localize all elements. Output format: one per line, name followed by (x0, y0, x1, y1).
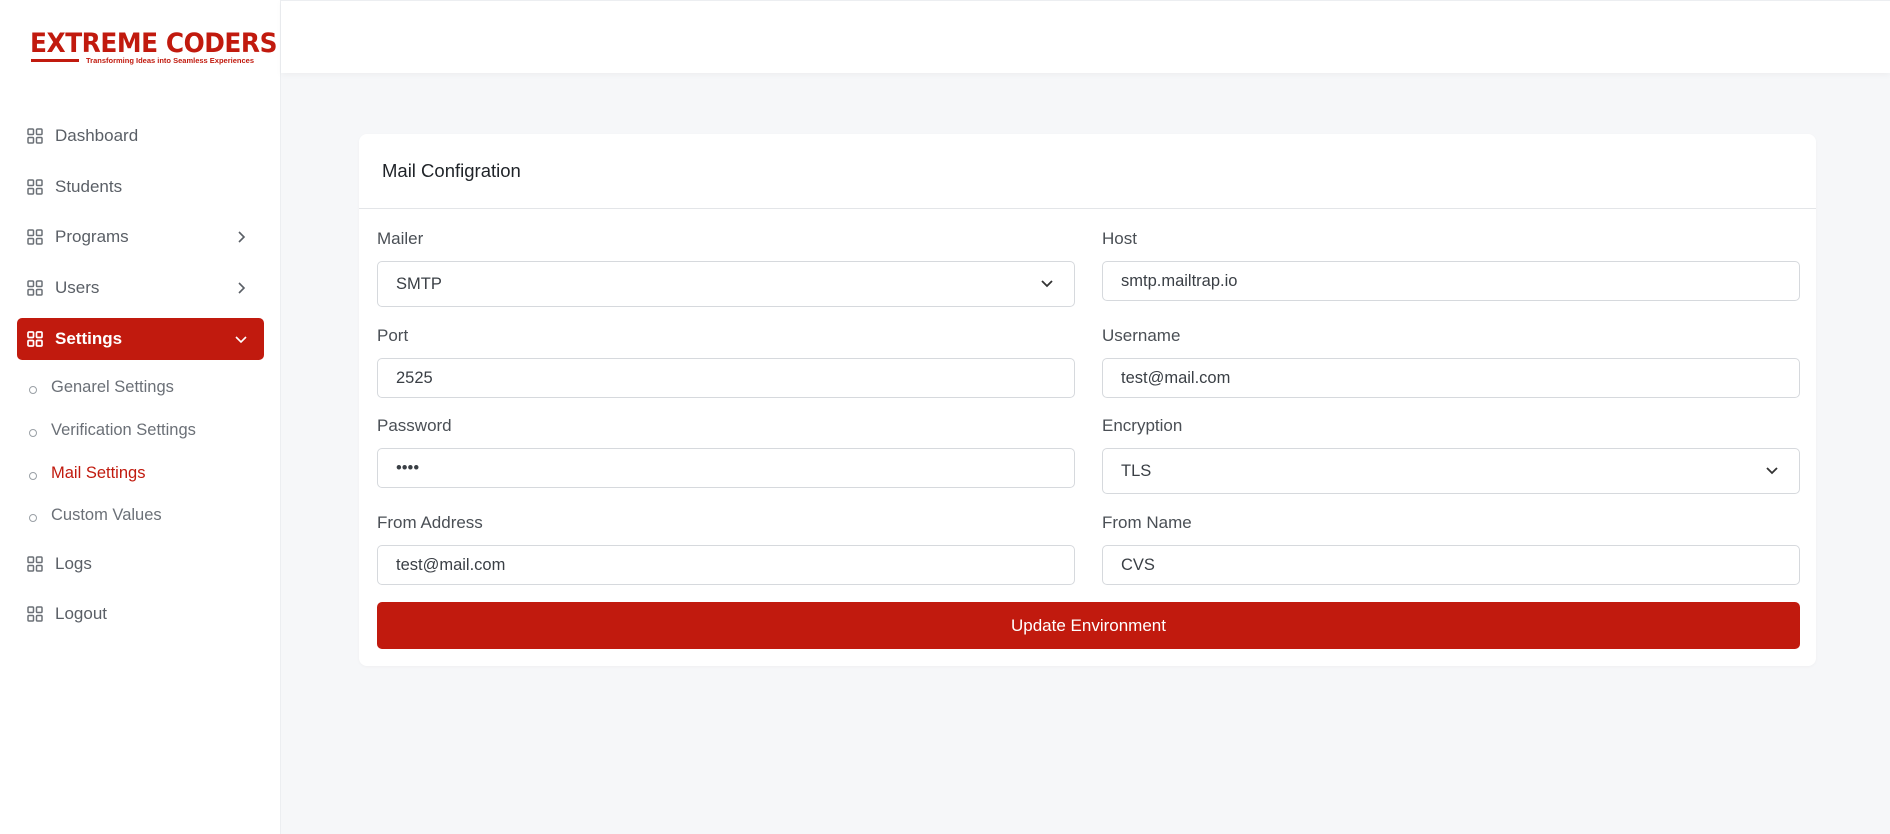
chevron-down-icon (1766, 467, 1778, 475)
from-name-input[interactable]: CVS (1102, 545, 1800, 585)
bullet-icon (29, 386, 37, 394)
chevron-down-icon (235, 336, 247, 344)
chevron-right-icon (238, 231, 246, 243)
port-label: Port (377, 326, 409, 345)
sidebar-item-programs[interactable]: Programs (17, 216, 264, 258)
sidebar-item-students[interactable]: Students (17, 166, 264, 208)
grid-icon (27, 128, 43, 144)
port-input[interactable]: 2525 (377, 358, 1075, 398)
from-name-value: CVS (1121, 555, 1155, 574)
mail-config-card: Mail Configration Mailer SMTP Host smtp.… (359, 134, 1816, 666)
grid-icon (27, 556, 43, 572)
password-input[interactable]: •••• (377, 448, 1075, 488)
submenu-item-custom-values[interactable]: Custom Values (29, 500, 162, 530)
update-environment-button[interactable]: Update Environment (377, 602, 1800, 649)
sidebar-item-label: Logs (55, 554, 92, 573)
username-input[interactable]: test@mail.com (1102, 358, 1800, 398)
bullet-icon (29, 429, 37, 437)
brand-logo[interactable]: EXTREME CODERS Transforming Ideas into S… (30, 28, 278, 66)
sidebar-item-settings[interactable]: Settings (17, 318, 264, 360)
host-label: Host (1102, 229, 1137, 248)
from-address-input[interactable]: test@mail.com (377, 545, 1075, 585)
encryption-select[interactable]: TLS (1102, 448, 1800, 494)
port-value: 2525 (396, 368, 433, 387)
sidebar-item-logs[interactable]: Logs (17, 543, 264, 585)
submenu-item-mail-settings[interactable]: Mail Settings (29, 458, 145, 488)
bullet-icon (29, 472, 37, 480)
bullet-icon (29, 514, 37, 522)
from-name-label: From Name (1102, 513, 1192, 532)
from-address-value: test@mail.com (396, 555, 506, 574)
sidebar-item-label: Dashboard (55, 126, 139, 145)
sidebar-item-logout[interactable]: Logout (17, 593, 264, 635)
card-title: Mail Configration (382, 160, 521, 181)
sidebar-item-label: Students (55, 177, 123, 196)
from-address-label: From Address (377, 513, 483, 532)
submenu-item-label: Custom Values (51, 505, 162, 524)
sidebar-item-dashboard[interactable]: Dashboard (17, 115, 264, 157)
username-label: Username (1102, 326, 1181, 345)
host-value: smtp.mailtrap.io (1121, 271, 1238, 290)
grid-icon (27, 280, 43, 296)
submenu-item-label: Mail Settings (51, 463, 146, 482)
logo-underline (31, 59, 79, 62)
submenu-item-label: Genarel Settings (51, 377, 174, 396)
submenu-item-general-settings[interactable]: Genarel Settings (29, 372, 174, 402)
card-header: Mail Configration (359, 134, 1816, 209)
mailer-label: Mailer (377, 229, 424, 248)
sidebar-item-label: Users (55, 278, 100, 297)
password-value: •••• (396, 458, 420, 477)
chevron-down-icon (1041, 280, 1053, 288)
brand-tagline: Transforming Ideas into Seamless Experie… (86, 56, 254, 65)
encryption-value: TLS (1121, 461, 1152, 480)
password-label: Password (377, 416, 452, 435)
grid-icon (27, 606, 43, 622)
sidebar-item-label: Logout (55, 604, 107, 623)
mailer-value: SMTP (396, 274, 442, 293)
sidebar-item-label: Settings (55, 329, 123, 348)
sidebar-item-label: Programs (55, 227, 129, 246)
grid-icon (27, 229, 43, 245)
sidebar-item-users[interactable]: Users (17, 267, 264, 309)
grid-icon (27, 331, 43, 347)
top-header (281, 0, 1890, 73)
chevron-right-icon (238, 282, 246, 294)
grid-icon (27, 179, 43, 195)
brand-name: EXTREME CODERS (30, 28, 278, 59)
submenu-item-label: Verification Settings (51, 420, 196, 439)
sidebar: EXTREME CODERS Transforming Ideas into S… (0, 0, 281, 834)
username-value: test@mail.com (1121, 368, 1231, 387)
mailer-select[interactable]: SMTP (377, 261, 1075, 307)
submenu-item-verification-settings[interactable]: Verification Settings (29, 415, 196, 445)
encryption-label: Encryption (1102, 416, 1183, 435)
host-input[interactable]: smtp.mailtrap.io (1102, 261, 1800, 301)
